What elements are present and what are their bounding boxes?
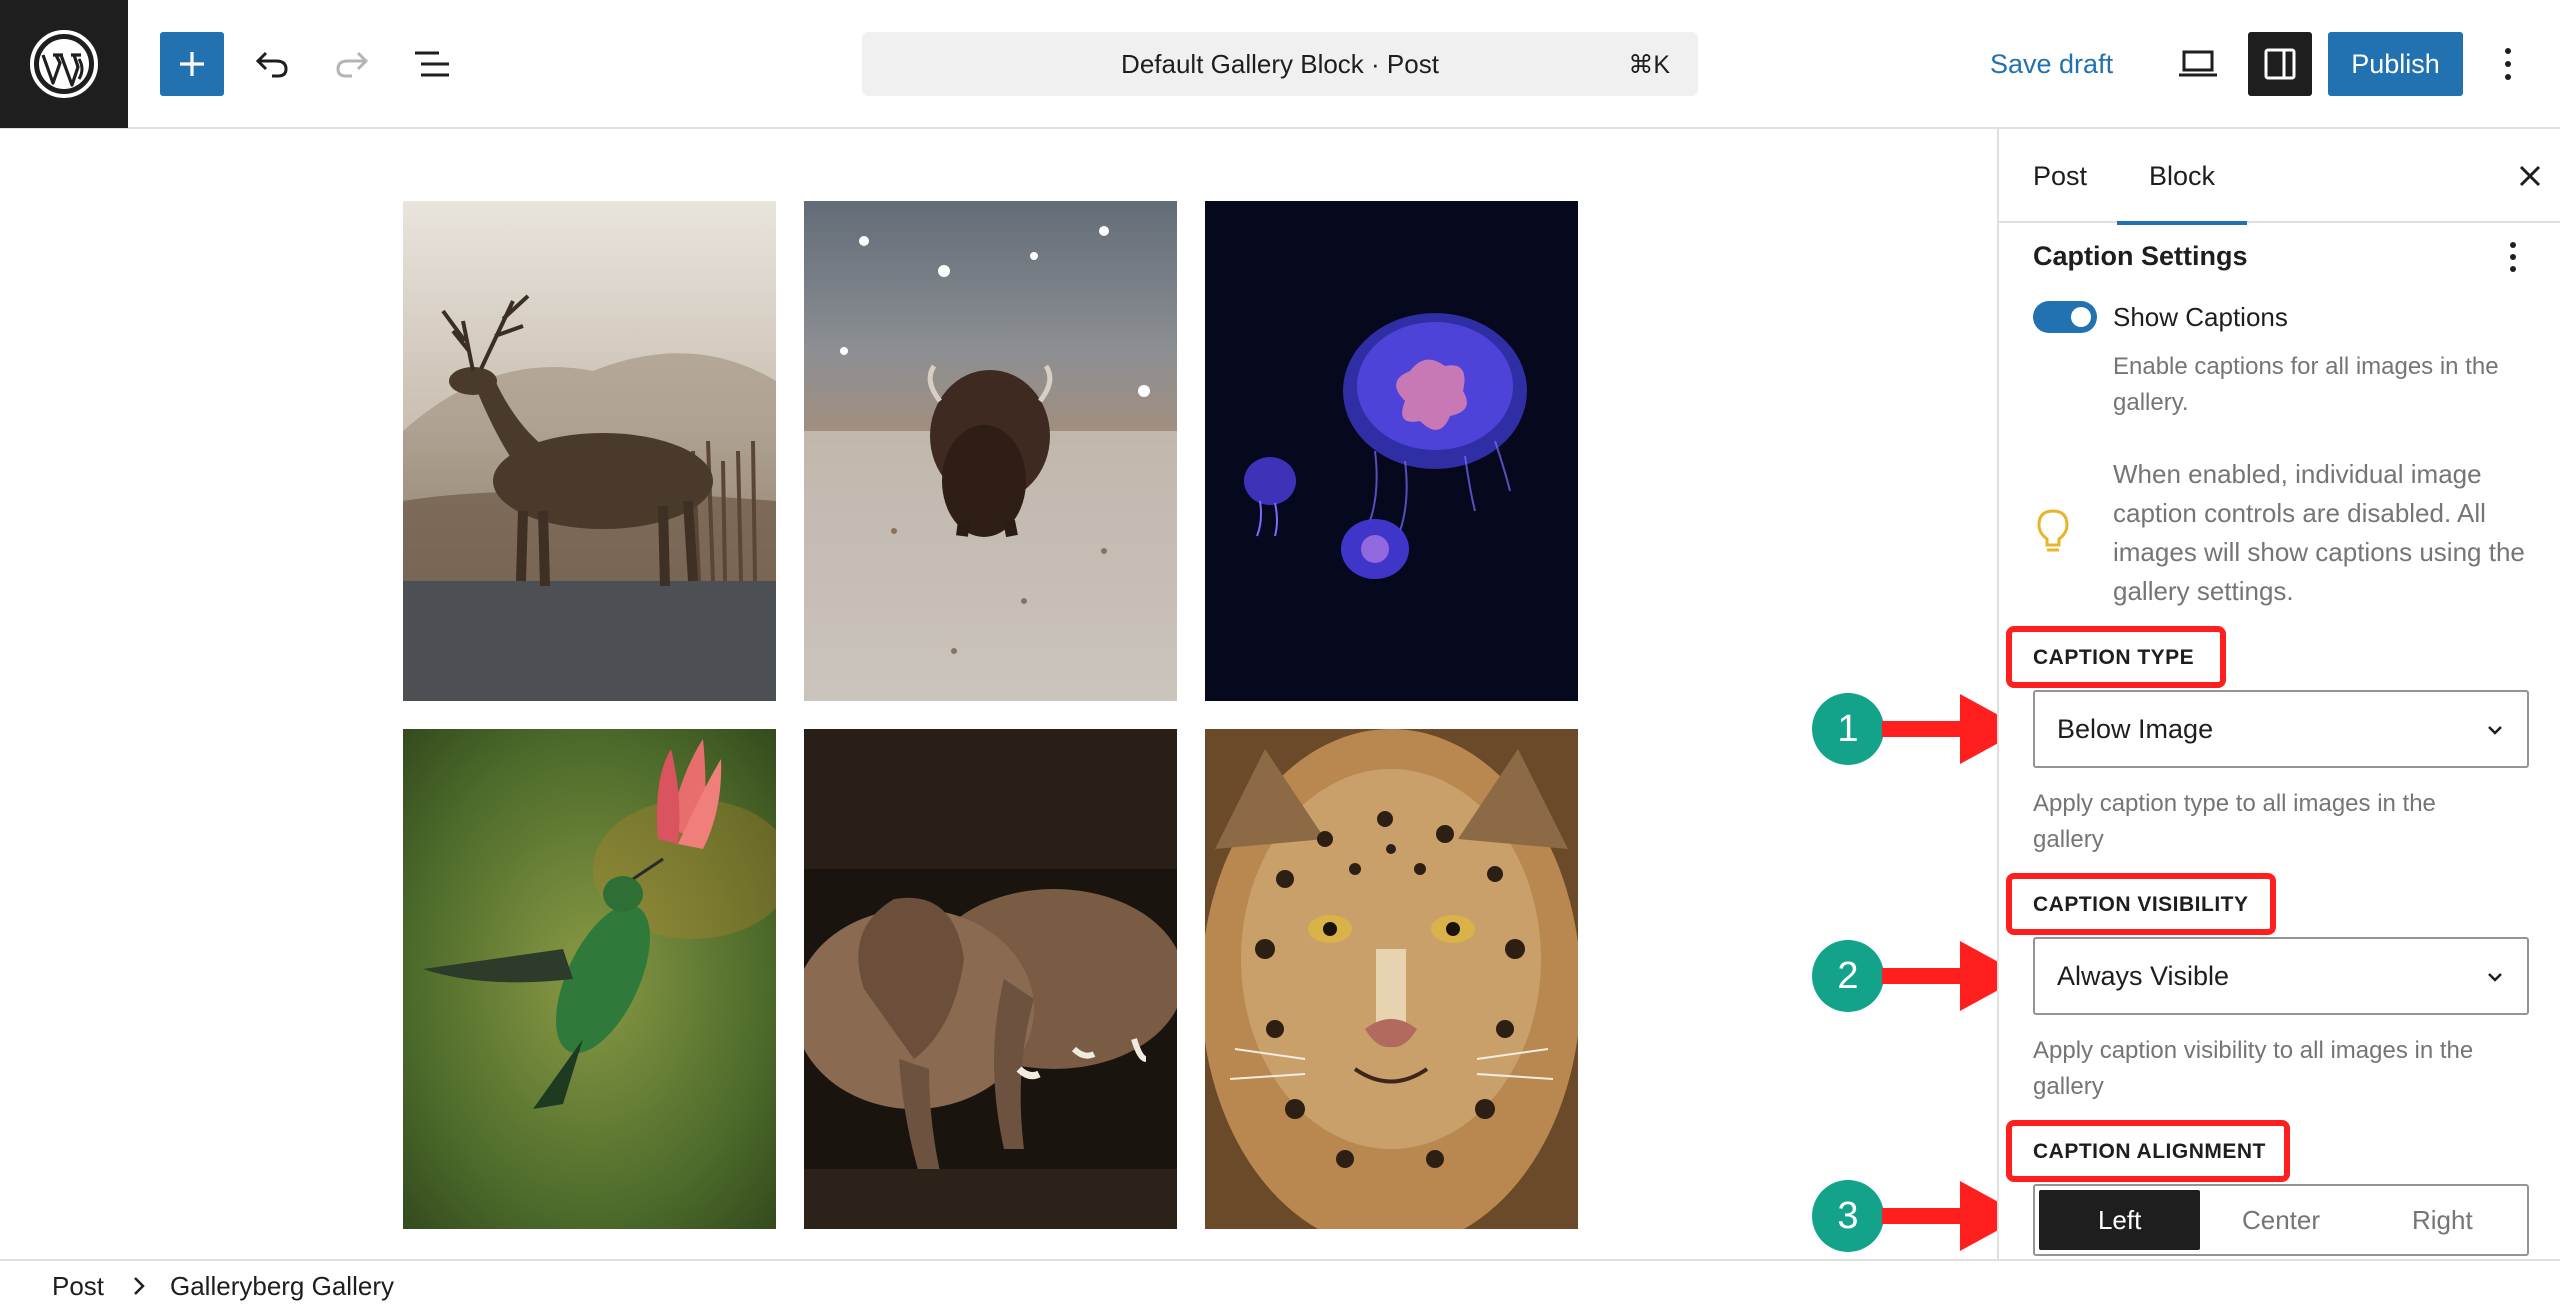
gallery-image-bison[interactable] xyxy=(804,201,1177,701)
editor-canvas: 1 2 3 xyxy=(0,129,1997,1259)
caption-alignment-control: Left Center Right xyxy=(2033,1184,2529,1256)
sidebar-tabs: Post Block xyxy=(1999,129,2560,225)
annotation-badge-1: 1 xyxy=(1812,693,1884,765)
close-settings-button[interactable] xyxy=(2507,153,2553,199)
more-vertical-icon xyxy=(2505,48,2511,80)
tab-post[interactable]: Post xyxy=(2033,129,2087,223)
publish-button[interactable]: Publish xyxy=(2328,32,2463,96)
annotation-badge-3: 3 xyxy=(1812,1180,1884,1252)
editor-header: Default Gallery Block · Post ⌘K Save dra… xyxy=(0,0,2560,129)
options-menu-button[interactable] xyxy=(2480,32,2536,96)
block-breadcrumb: Post Galleryberg Gallery xyxy=(0,1259,2560,1308)
sidebar-icon xyxy=(2264,48,2296,80)
tab-block[interactable]: Block xyxy=(2117,129,2247,225)
command-shortcut: ⌘K xyxy=(1628,51,1670,79)
document-overview-button[interactable] xyxy=(400,32,464,96)
add-block-button[interactable] xyxy=(160,32,224,96)
chevron-down-icon xyxy=(2488,973,2502,982)
caption-alignment-label: CAPTION ALIGNMENT xyxy=(2033,1140,2266,1163)
annotation-arrow-icon xyxy=(1882,1181,1997,1251)
align-left-option[interactable]: Left xyxy=(2039,1190,2201,1250)
more-vertical-icon xyxy=(2510,242,2516,272)
breadcrumb-item-gallery[interactable]: Galleryberg Gallery xyxy=(170,1271,394,1302)
redo-button[interactable] xyxy=(320,32,384,96)
undo-button[interactable] xyxy=(240,32,304,96)
document-title: Default Gallery Block · Post xyxy=(1121,48,1439,79)
redo-icon xyxy=(336,51,369,78)
plus-icon xyxy=(180,52,204,76)
align-center-option[interactable]: Center xyxy=(2200,1190,2361,1250)
caption-type-select[interactable]: Below Image xyxy=(2033,690,2529,768)
breadcrumb-item-post[interactable]: Post xyxy=(52,1271,104,1302)
close-icon xyxy=(2519,165,2541,187)
chevron-right-icon xyxy=(134,1277,145,1295)
gallery-image-deer[interactable] xyxy=(403,201,776,701)
captions-notice: When enabled, individual image caption c… xyxy=(2113,459,2525,606)
caption-visibility-value: Always Visible xyxy=(2057,960,2230,991)
settings-toggle-button[interactable] xyxy=(2248,32,2312,96)
gallery-image-elephants[interactable] xyxy=(804,729,1177,1229)
undo-icon xyxy=(255,51,288,78)
list-view-icon xyxy=(415,51,449,77)
caption-type-value: Below Image xyxy=(2057,713,2214,744)
show-captions-toggle[interactable] xyxy=(2033,301,2097,333)
annotation-arrow-icon xyxy=(1882,941,1997,1011)
show-captions-label: Show Captions xyxy=(2113,302,2288,332)
settings-sidebar: Post Block Caption Settings Show Caption… xyxy=(1997,129,2560,1259)
preview-button[interactable] xyxy=(2166,32,2230,96)
gallery-image-jellyfish[interactable] xyxy=(1205,201,1578,701)
lightbulb-icon xyxy=(2037,509,2069,552)
caption-settings-title: Caption Settings xyxy=(2033,241,2248,271)
annotation-badge-2: 2 xyxy=(1812,940,1884,1012)
document-title-bar[interactable]: Default Gallery Block · Post ⌘K xyxy=(862,32,1698,96)
save-draft-button[interactable]: Save draft xyxy=(1990,32,2113,96)
show-captions-help: Enable captions for all images in the ga… xyxy=(2113,353,2499,416)
panel-options-button[interactable] xyxy=(2493,235,2533,279)
caption-visibility-select[interactable]: Always Visible xyxy=(2033,937,2529,1015)
caption-type-label: CAPTION TYPE xyxy=(2033,646,2195,669)
wordpress-icon xyxy=(30,30,98,98)
caption-type-help: Apply caption type to all images in the … xyxy=(2033,790,2436,853)
caption-visibility-help: Apply caption visibility to all images i… xyxy=(2033,1037,2474,1100)
gallery-image-leopard[interactable] xyxy=(1205,729,1578,1229)
annotation-arrow-icon xyxy=(1882,694,1997,764)
chevron-down-icon xyxy=(2488,726,2502,735)
wordpress-logo-button[interactable] xyxy=(0,0,128,128)
align-right-option[interactable]: Right xyxy=(2362,1190,2523,1250)
desktop-icon xyxy=(2179,50,2217,77)
gallery-image-hummingbird[interactable] xyxy=(403,729,776,1229)
caption-visibility-label: CAPTION VISIBILITY xyxy=(2033,893,2249,916)
